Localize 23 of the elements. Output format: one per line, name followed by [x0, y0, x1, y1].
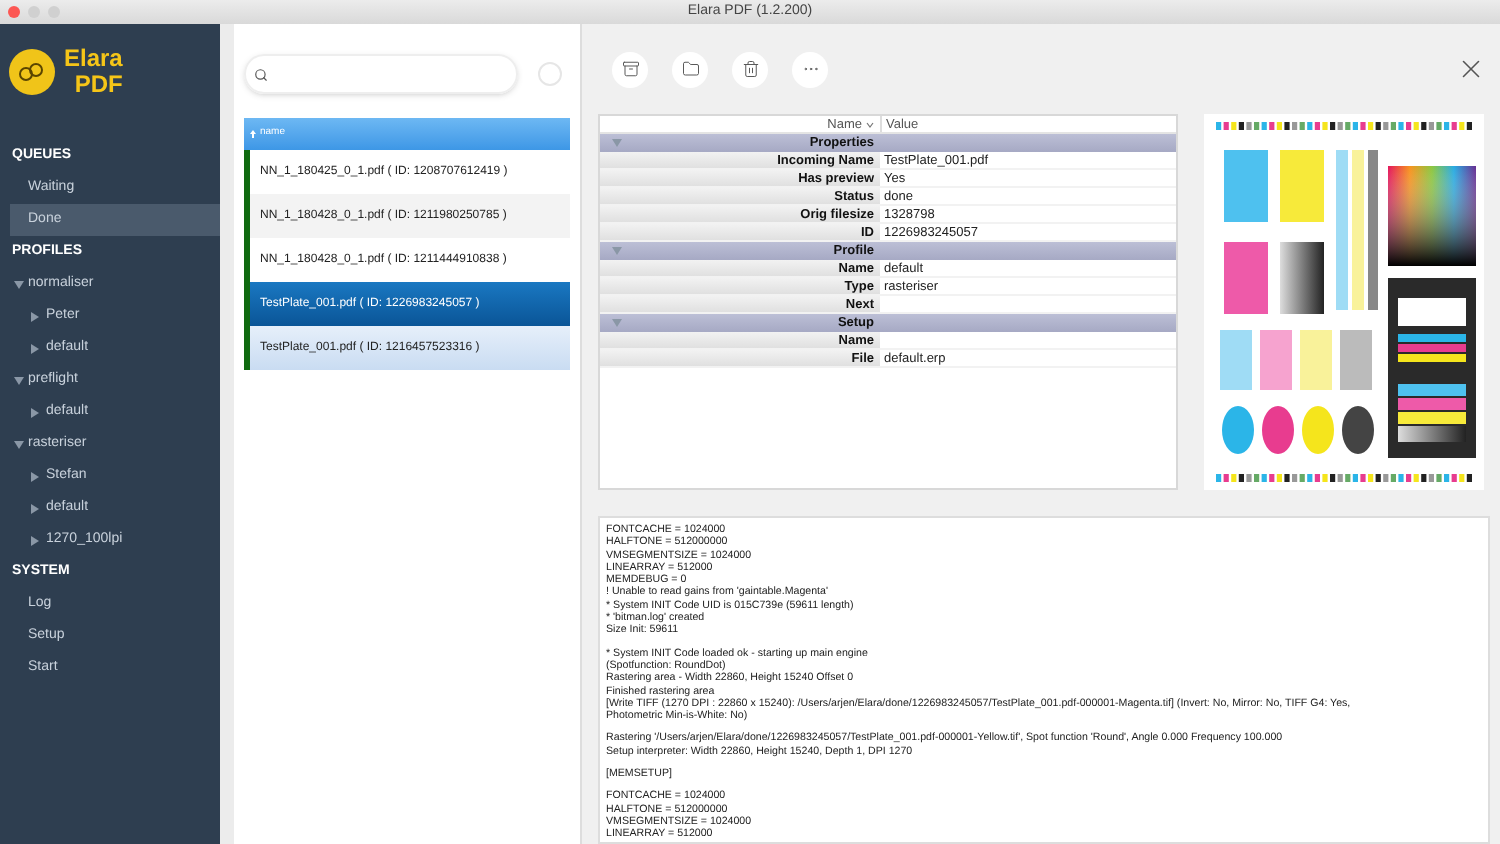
- collapsed-triangle-icon[interactable]: [30, 343, 40, 353]
- archive-button[interactable]: [612, 51, 648, 87]
- logo-icon: [8, 48, 56, 96]
- collapsed-triangle-icon[interactable]: [30, 471, 40, 481]
- trash-icon: [741, 60, 759, 78]
- close-window-button[interactable]: [8, 6, 20, 18]
- trash-button[interactable]: [732, 51, 768, 87]
- archive-icon: [621, 60, 639, 78]
- search-field[interactable]: [244, 54, 518, 94]
- collapsed-triangle-icon[interactable]: [30, 407, 40, 417]
- expanded-triangle-icon[interactable]: [14, 375, 24, 385]
- search-icon: [254, 67, 268, 81]
- collapsed-triangle-icon[interactable]: [30, 535, 40, 545]
- collapsed-triangle-icon[interactable]: [30, 503, 40, 513]
- folder-button[interactable]: [672, 51, 708, 87]
- chevron-down-icon: [866, 121, 874, 127]
- collapsed-triangle-icon[interactable]: [30, 311, 40, 321]
- folder-icon: [681, 60, 699, 78]
- logo-text: Elara: [64, 46, 123, 72]
- expanded-triangle-icon[interactable]: [14, 439, 24, 449]
- expanded-triangle-icon[interactable]: [14, 279, 24, 289]
- sort-arrow-icon: [250, 130, 256, 138]
- logo-text: PDF: [74, 72, 123, 98]
